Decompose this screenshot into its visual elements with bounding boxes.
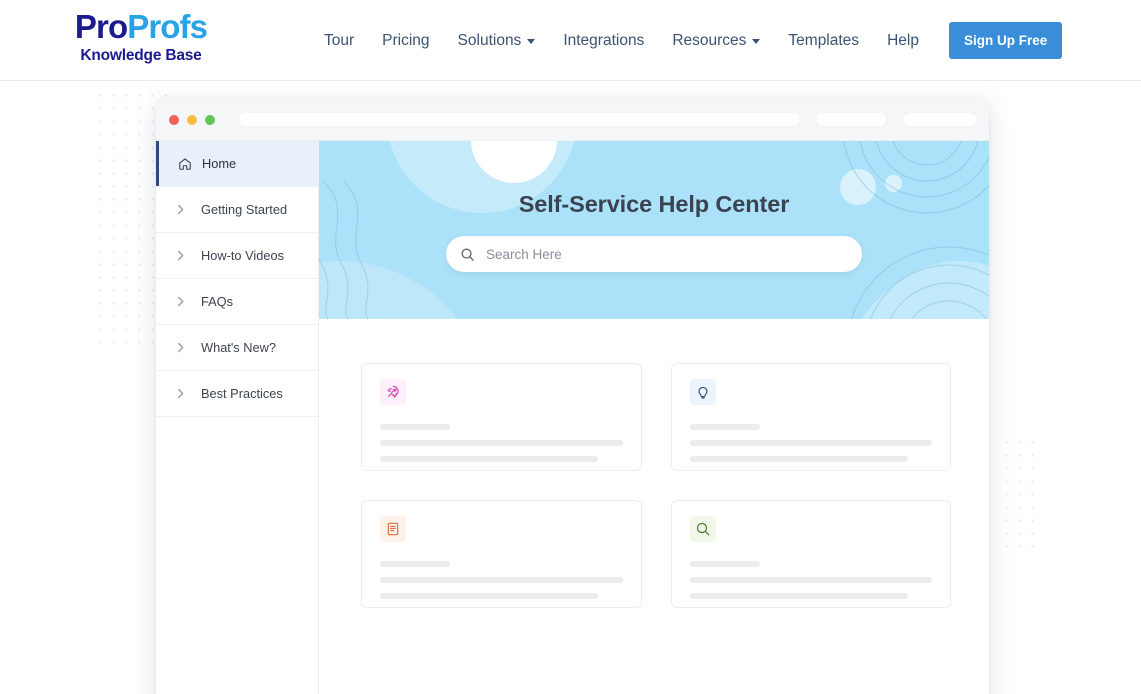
placeholder-line [380,561,451,567]
main-navigation: Tour Pricing Solutions Integrations Reso… [310,0,1063,81]
sidebar-item-getting-started[interactable]: Getting Started [156,187,318,233]
nav-item-templates[interactable]: Templates [774,33,873,49]
nav-item-label: Solutions [457,31,522,49]
placeholder-line [689,440,932,446]
nav-item-resources[interactable]: Resources [658,33,774,49]
sidebar-item-label: Best Practices [201,386,283,401]
placeholder-line [689,561,760,567]
placeholder-line [380,593,599,599]
search-input[interactable]: Search Here [446,236,862,272]
category-card-document[interactable] [361,500,642,608]
sidebar-item-label: How-to Videos [201,248,284,263]
brand-logo[interactable]: ProProfs Knowledge Base [61,10,221,64]
placeholder-line [689,424,760,430]
document-icon [380,516,406,542]
sidebar-item-label: What's New? [201,340,276,355]
nav-item-integrations[interactable]: Integrations [549,33,658,49]
search-icon [689,516,716,542]
browser-mockup: Home Getting Started How-to Videos FAQs … [156,99,989,694]
placeholder-line [380,456,599,462]
search-placeholder: Search Here [486,246,562,262]
sidebar-item-whats-new[interactable]: What's New? [156,325,318,371]
chevron-right-icon [177,204,188,215]
kb-sidebar: Home Getting Started How-to Videos FAQs … [156,141,319,694]
window-minimize-dot[interactable] [186,114,197,125]
brand-wordmark: ProProfs [61,10,221,43]
browser-tab-stub-2[interactable] [904,113,976,126]
chevron-right-icon [177,388,188,399]
category-card-search[interactable] [670,500,951,608]
hero-banner: Self-Service Help Center Search Here [319,141,989,319]
browser-titlebar [156,99,989,141]
placeholder-line [380,440,623,446]
browser-viewport: Home Getting Started How-to Videos FAQs … [156,141,989,694]
hero-stage: Home Getting Started How-to Videos FAQs … [0,81,1141,694]
sidebar-item-faqs[interactable]: FAQs [156,279,318,325]
chevron-down-icon [527,39,536,44]
category-card-lightbulb[interactable] [670,363,951,471]
brand-word-part1: Pro [74,8,128,45]
nav-item-tour[interactable]: Tour [310,33,368,49]
nav-item-help[interactable]: Help [873,33,933,49]
nav-item-label: Integrations [563,31,645,49]
home-icon [177,156,192,171]
category-cards-grid [319,319,989,608]
placeholder-line [689,577,932,583]
sidebar-item-best-practices[interactable]: Best Practices [156,371,318,417]
hero-title: Self-Service Help Center [518,191,790,217]
chevron-right-icon [177,342,188,353]
placeholder-line [380,577,623,583]
window-close-dot[interactable] [169,114,179,125]
placeholder-line [689,456,908,462]
sidebar-item-label: Home [202,156,237,171]
site-header: ProProfs Knowledge Base Tour Pricing Sol… [0,0,1141,81]
category-card-rocket[interactable] [361,363,642,471]
browser-url-bar[interactable] [238,113,799,126]
chevron-right-icon [177,250,188,261]
kb-main-panel: Self-Service Help Center Search Here [319,141,989,694]
nav-item-label: Templates [788,31,860,49]
sidebar-item-label: FAQs [201,294,233,309]
placeholder-line [380,424,451,430]
sidebar-item-home[interactable]: Home [156,141,318,187]
chevron-down-icon [752,39,761,44]
brand-subtitle: Knowledge Base [80,47,202,64]
chevron-right-icon [177,296,188,307]
sidebar-empty-space [156,417,318,694]
sidebar-item-label: Getting Started [201,202,288,217]
nav-item-label: Pricing [382,31,430,49]
nav-item-solutions[interactable]: Solutions [444,33,550,49]
nav-item-label: Tour [324,31,355,49]
nav-item-label: Resources [672,31,747,49]
dot-pattern-right [1000,436,1044,551]
lightbulb-icon [689,379,716,405]
sidebar-item-how-to-videos[interactable]: How-to Videos [156,233,318,279]
search-icon [460,247,475,262]
nav-item-pricing[interactable]: Pricing [368,33,443,49]
placeholder-line [689,593,908,599]
window-maximize-dot[interactable] [204,114,215,125]
nav-item-label: Help [887,31,919,49]
sign-up-free-button[interactable]: Sign Up Free [948,22,1063,59]
brand-word-part2: Profs [127,8,208,45]
browser-tab-stub-1[interactable] [816,113,887,126]
rocket-icon [380,379,406,405]
